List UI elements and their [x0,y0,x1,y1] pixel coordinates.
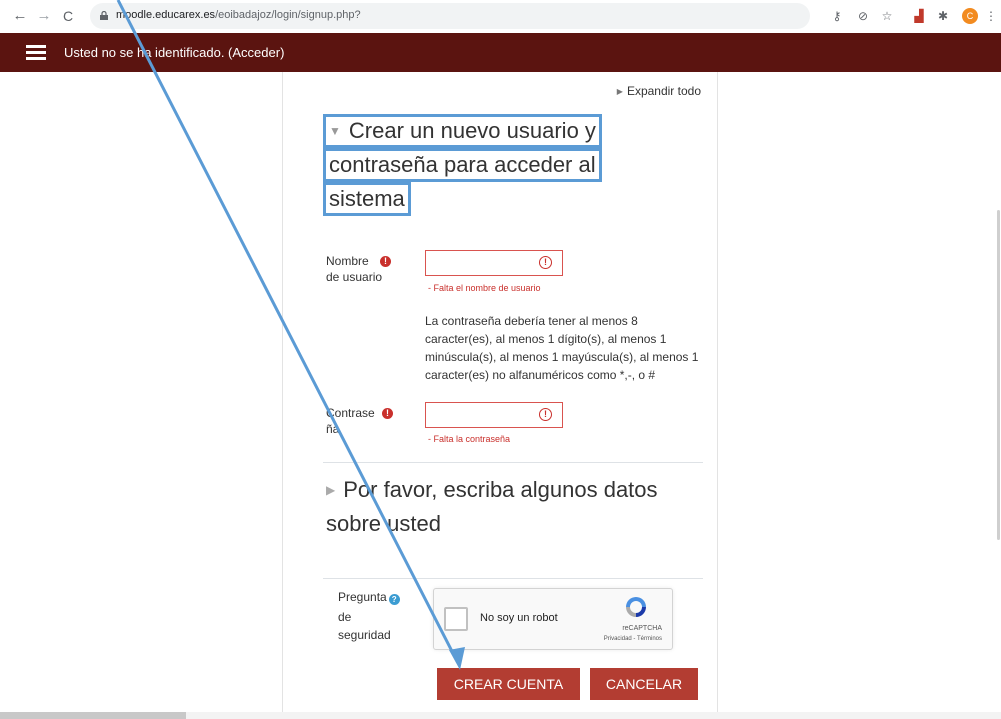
help-icon[interactable]: ? [388,594,400,605]
tracking-icon[interactable]: ⊘ [856,9,870,23]
recaptcha-brand: reCAPTCHA [622,625,662,632]
recaptcha-label: No soy un robot [480,612,558,624]
url-text: moodle.educarex.es/eoibadajoz/login/sign… [116,9,361,21]
security-label-text: Pregunta [338,590,387,604]
section1-title-line2: contraseña para acceder al [323,148,602,182]
password-input[interactable]: ! [425,402,563,428]
create-account-button[interactable]: CREAR CUENTA [437,668,580,700]
url-host: moodle.educarex.es [116,9,216,21]
login-status[interactable]: Usted no se ha identificado. (Acceder) [64,45,284,60]
security-label-line2: de [338,610,352,624]
section-divider [323,462,703,463]
forward-icon[interactable]: → [36,8,52,24]
input-error-icon: ! [539,408,552,421]
section1-title-line3: sistema [323,182,411,216]
reload-icon[interactable]: C [60,8,76,24]
password-error: - Falta la contraseña [428,434,511,444]
section1-title-text1: Crear un nuevo usuario y [348,118,596,143]
password-label-line2: ña [326,422,340,436]
star-icon[interactable]: ☆ [880,9,894,23]
key-icon[interactable]: ⚷ [830,9,844,23]
recaptcha-links[interactable]: Privacidad - Términos [604,636,662,642]
profile-avatar[interactable]: C [962,8,978,24]
section1-title-line1[interactable]: ▼ Crear un nuevo usuario y [323,114,602,148]
pdf-extension-icon[interactable]: ▟ [912,9,926,23]
required-icon: ! [382,408,393,419]
caret-right-icon: ▶ [616,87,623,96]
username-error: - Falta el nombre de usuario [428,283,541,293]
recaptcha-logo-icon [626,597,646,617]
caret-down-icon: ▼ [329,124,341,138]
section-divider [323,578,703,579]
password-rules-text: La contraseña debería tener al menos 8 c… [425,314,699,382]
site-navbar: Usted no se ha identificado. (Acceder) [0,33,1001,72]
lock-icon [100,11,108,20]
expand-all-label: Expandir todo [626,84,701,98]
password-label-line1: Contrase [326,406,375,420]
hamburger-icon[interactable] [26,45,46,60]
vertical-scroll-thumb[interactable] [997,210,1000,540]
section2-title-text1: Por favor, escriba algunos datos [343,477,658,502]
recaptcha-widget: No soy un robot reCAPTCHA Privacidad - T… [433,588,673,650]
caret-right-icon: ▶ [326,483,336,497]
section2-title-line2: sobre usted [326,511,441,536]
menu-dots-icon[interactable]: ⋮ [984,9,998,23]
puzzle-icon[interactable]: ✱ [936,9,950,23]
address-bar[interactable]: moodle.educarex.es/eoibadajoz/login/sign… [90,3,810,29]
browser-toolbar: ← → C moodle.educarex.es/eoibadajoz/logi… [0,0,1001,33]
cancel-button[interactable]: CANCELAR [590,668,698,700]
security-label-line3: seguridad [338,628,391,642]
username-input[interactable]: ! [425,250,563,276]
back-icon[interactable]: ← [12,8,28,24]
signup-form: ▶ Expandir todo ▼ Crear un nuevo usuario y… [282,72,718,712]
horizontal-scroll-thumb[interactable] [0,712,186,719]
screenshot: ← → C moodle.educarex.es/eoibadajoz/logi… [0,0,1001,719]
required-icon: ! [380,256,391,267]
section2-title-line1[interactable]: ▶ Por favor, escriba algunos datos [323,476,661,504]
security-label-line1: Pregunta? [338,589,400,605]
username-label-line1: Nombre [326,254,369,268]
recaptcha-checkbox[interactable] [444,607,468,631]
url-path: /eoibadajoz/login/signup.php? [215,9,361,21]
input-error-icon: ! [539,256,552,269]
username-label-line2: de usuario [326,270,383,284]
expand-all-link[interactable]: ▶ Expandir todo [617,84,701,98]
